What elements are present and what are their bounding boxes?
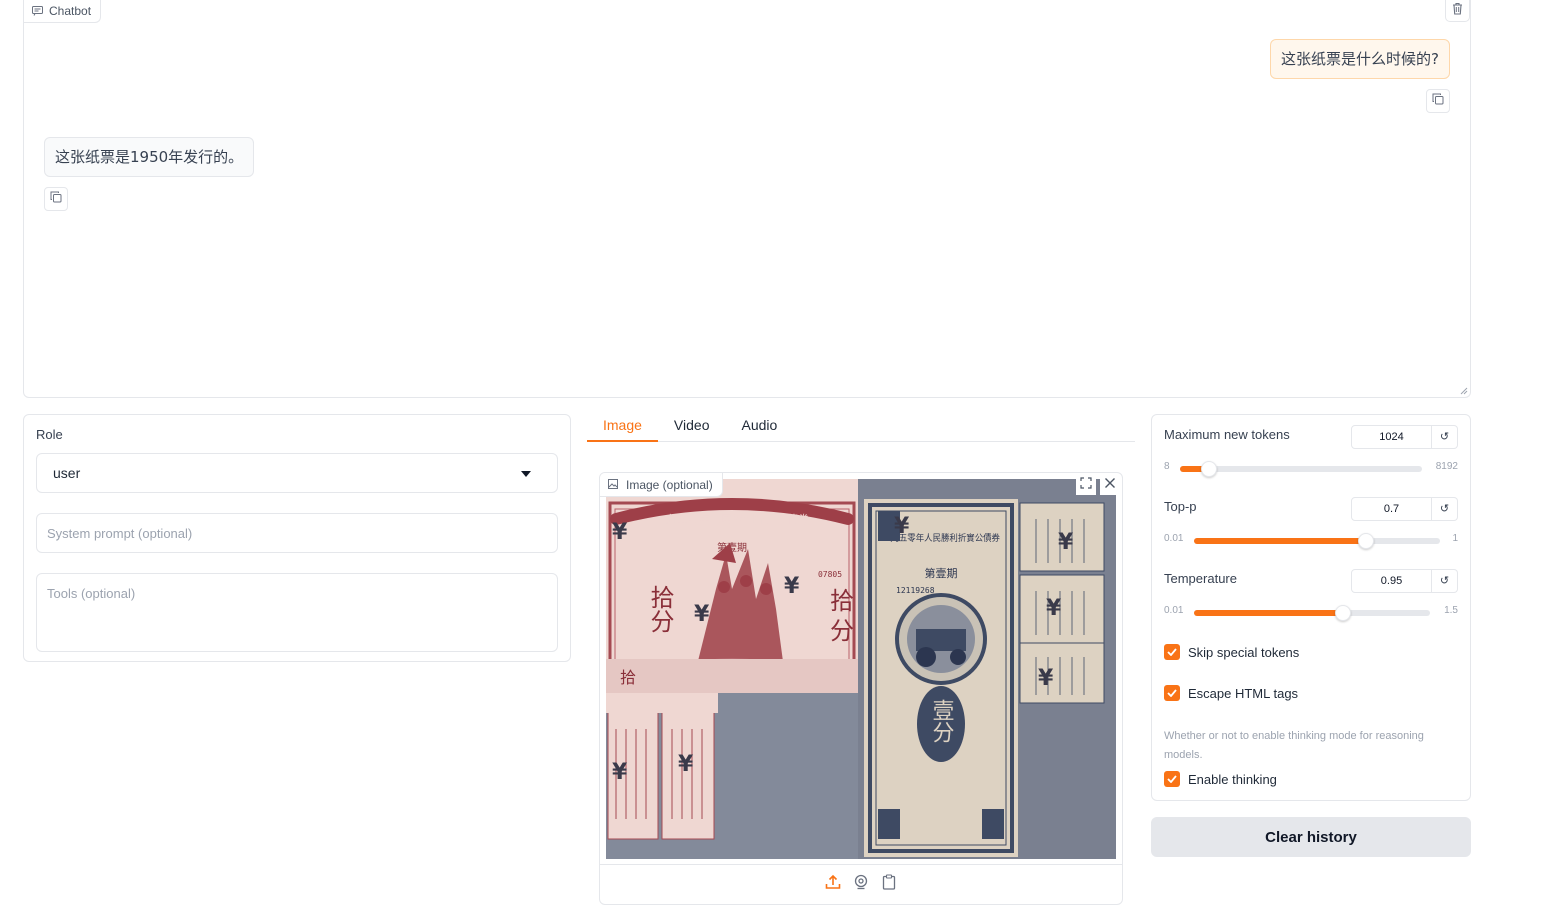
top-p-label: Top-p (1164, 499, 1197, 514)
escape-html-checkbox[interactable]: Escape HTML tags (1164, 685, 1298, 701)
copy-icon (1432, 92, 1444, 110)
svg-text:¥: ¥ (1038, 666, 1054, 691)
clear-history-button[interactable]: Clear history (1151, 817, 1471, 857)
media-tabs: Image Video Audio (587, 408, 1135, 442)
temperature-min: 0.01 (1164, 605, 1184, 616)
max-tokens-label: Maximum new tokens (1164, 427, 1290, 442)
image-input-panel: Image (optional) 一九五零年人民勝利折實公債券 第壹期 0780… (599, 472, 1123, 905)
tools-input[interactable] (36, 573, 558, 652)
svg-text:¥: ¥ (694, 602, 710, 627)
left-bond-denomination-right-2: 分 (830, 617, 854, 645)
temperature-reset-button[interactable]: ↺ (1432, 569, 1458, 593)
role-dropdown-value: user (53, 465, 81, 481)
max-tokens-max: 8192 (1435, 461, 1458, 472)
max-tokens-slider-block: Maximum new tokens 1024 ↺ 8 8192 (1164, 415, 1458, 477)
checkmark-icon (1164, 644, 1180, 660)
banknote-image: 一九五零年人民勝利折實公債券 第壹期 07805 拾分 拾 分 拾 一九五零年人… (606, 479, 1116, 859)
remove-image-button[interactable] (1100, 475, 1120, 495)
svg-text:¥: ¥ (1058, 530, 1074, 555)
image-icon (608, 478, 618, 492)
checkmark-icon (1164, 685, 1180, 701)
temperature-label: Temperature (1164, 571, 1237, 586)
svg-text:¥: ¥ (894, 514, 910, 539)
svg-text:¥: ¥ (784, 574, 800, 599)
copy-assistant-message-button[interactable] (44, 187, 68, 211)
webcam-button[interactable] (852, 874, 870, 895)
trash-icon (1452, 2, 1463, 20)
left-bond-denomination: 拾分 (646, 585, 674, 633)
clipboard-icon (882, 874, 896, 895)
clear-chat-button[interactable] (1445, 0, 1470, 22)
top-p-fill (1194, 538, 1367, 544)
left-bond-bottom-char: 拾 (620, 668, 636, 687)
checkmark-icon (1164, 771, 1180, 787)
enable-thinking-checkbox[interactable]: Enable thinking (1164, 771, 1277, 787)
temperature-thumb[interactable] (1334, 605, 1351, 621)
enable-thinking-label: Enable thinking (1188, 771, 1277, 787)
image-source-toolbar (600, 864, 1122, 904)
left-bond-title: 一九五零年人民勝利折實公債券 (655, 512, 809, 526)
top-p-max: 1 (1452, 533, 1458, 544)
svg-text:¥: ¥ (612, 760, 628, 785)
role-dropdown[interactable]: user (36, 453, 558, 493)
tab-video[interactable]: Video (658, 408, 726, 442)
svg-text:¥: ¥ (678, 752, 694, 777)
temperature-input[interactable]: 0.95 (1351, 569, 1432, 593)
max-tokens-track[interactable] (1180, 461, 1422, 477)
image-input-label: Image (optional) (600, 473, 723, 497)
right-bond-serial: 12119268 (896, 586, 935, 595)
skip-special-tokens-checkbox[interactable]: Skip special tokens (1164, 644, 1299, 660)
generation-params-panel: Maximum new tokens 1024 ↺ 8 8192 Top-p 0… (1151, 414, 1471, 801)
top-p-min: 0.01 (1164, 533, 1184, 544)
upload-button[interactable] (824, 874, 842, 895)
top-p-input[interactable]: 0.7 (1351, 497, 1432, 521)
chatbot-panel: Chatbot 这张纸票是什么时候的? 这张纸票是1950年发行的。 (23, 0, 1471, 398)
top-p-slider-block: Top-p 0.7 ↺ 0.01 1 (1164, 487, 1458, 549)
svg-text:¥: ¥ (1046, 596, 1062, 621)
copy-user-message-button[interactable] (1426, 89, 1450, 113)
copy-icon (50, 190, 62, 208)
chatbot-label-text: Chatbot (49, 4, 92, 18)
chat-icon (32, 6, 43, 16)
user-message-text: 这张纸票是什么时候的? (1281, 50, 1439, 68)
escape-html-label: Escape HTML tags (1188, 685, 1299, 701)
max-tokens-thumb[interactable] (1201, 461, 1218, 477)
system-prompt-input[interactable] (36, 513, 558, 553)
right-bond-period: 第壹期 (925, 566, 958, 580)
svg-text:¥: ¥ (612, 520, 628, 545)
temperature-slider-block: Temperature 0.95 ↺ 0.01 1.5 (1164, 559, 1458, 621)
temperature-max: 1.5 (1444, 605, 1458, 616)
user-message: 这张纸票是什么时候的? (1270, 39, 1450, 79)
webcam-icon (853, 874, 869, 895)
expand-icon (1080, 476, 1092, 494)
max-tokens-min: 8 (1164, 461, 1170, 472)
temperature-track[interactable] (1194, 605, 1430, 621)
chevron-down-icon (521, 471, 531, 477)
upload-icon (825, 874, 841, 895)
fullscreen-button[interactable] (1076, 475, 1096, 495)
temperature-fill (1194, 610, 1343, 616)
left-bond-denomination-right: 拾 (830, 587, 854, 615)
right-bond-denomination: 壹分 (929, 699, 955, 743)
top-p-reset-button[interactable]: ↺ (1432, 497, 1458, 521)
clipboard-button[interactable] (880, 874, 898, 895)
skip-special-tokens-label: Skip special tokens (1188, 644, 1300, 660)
top-p-track[interactable] (1194, 533, 1440, 549)
close-icon (1104, 476, 1116, 494)
settings-panel: Role user (23, 414, 571, 662)
resize-handle[interactable] (1460, 387, 1468, 395)
thinking-hint: Whether or not to enable thinking mode f… (1164, 730, 1424, 761)
image-input-label-text: Image (optional) (626, 477, 713, 492)
assistant-message-text: 这张纸票是1950年发行的。 (55, 148, 244, 166)
max-tokens-reset-button[interactable]: ↺ (1432, 425, 1458, 449)
chatbot-label: Chatbot (24, 0, 102, 23)
top-p-thumb[interactable] (1358, 533, 1375, 549)
tab-audio[interactable]: Audio (725, 408, 793, 442)
max-tokens-input[interactable]: 1024 (1351, 425, 1432, 449)
left-bond-serial: 07805 (818, 570, 842, 579)
role-label: Role (36, 427, 63, 442)
tab-image[interactable]: Image (587, 408, 658, 442)
assistant-message: 这张纸票是1950年发行的。 (44, 137, 255, 177)
